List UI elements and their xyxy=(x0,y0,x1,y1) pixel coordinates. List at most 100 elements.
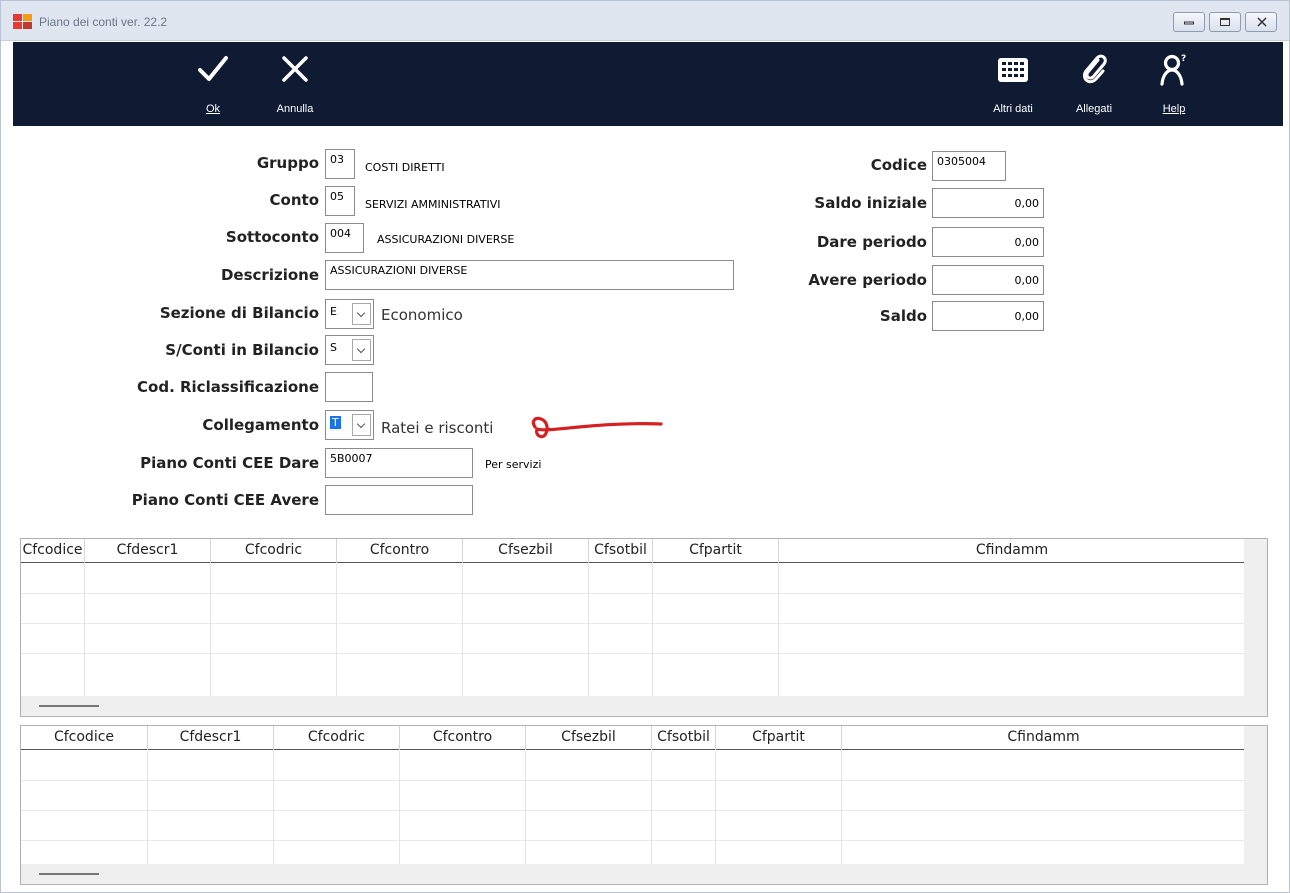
table-row[interactable] xyxy=(21,781,1245,811)
descrizione-input[interactable]: ASSICURAZIONI DIVERSE xyxy=(325,260,734,290)
minimize-icon xyxy=(1184,21,1194,25)
table-row[interactable] xyxy=(21,564,1245,594)
grid-divider xyxy=(399,751,400,865)
grid-bottom-col-cfindamm[interactable]: Cfindamm xyxy=(842,726,1245,750)
saldo-input[interactable]: 0,00 xyxy=(932,301,1044,331)
help-button[interactable]: ? Help xyxy=(1151,42,1197,126)
svg-text:?: ? xyxy=(1181,54,1186,64)
grid-top-col-cfsotbil[interactable]: Cfsotbil xyxy=(589,539,653,563)
table-row[interactable] xyxy=(21,811,1245,841)
grid-top[interactable]: Cfcodice Cfdescr1 Cfcodric Cfcontro Cfse… xyxy=(20,538,1268,717)
cee-dare-label: Piano Conti CEE Dare xyxy=(140,454,319,472)
annulla-button[interactable]: Annulla xyxy=(267,42,323,126)
sottoconto-label: Sottoconto xyxy=(225,228,319,246)
grid-top-col-cfdescr1[interactable]: Cfdescr1 xyxy=(85,539,211,563)
close-window-button[interactable] xyxy=(1245,12,1277,32)
chevron-down-icon[interactable] xyxy=(352,339,371,361)
avere-periodo-input[interactable]: 0,00 xyxy=(932,265,1044,295)
close-icon xyxy=(1257,17,1267,27)
grid-divider xyxy=(147,751,148,865)
red-arrow-annotation xyxy=(531,416,663,439)
allegati-button[interactable]: Allegati xyxy=(1067,42,1121,126)
sezione-description: Economico xyxy=(381,306,463,324)
grid-bottom-col-cfcodric[interactable]: Cfcodric xyxy=(274,726,400,750)
grid-top-col-cfpartit[interactable]: Cfpartit xyxy=(653,539,779,563)
grid-top-col-cfcodice[interactable]: Cfcodice xyxy=(21,539,85,563)
cee-avere-label: Piano Conti CEE Avere xyxy=(131,491,319,509)
grid-divider xyxy=(778,564,779,697)
grid-top-vertical-scrollbar[interactable] xyxy=(1244,539,1267,716)
sconti-label: S/Conti in Bilancio xyxy=(165,341,319,359)
sezione-label: Sezione di Bilancio xyxy=(159,304,319,322)
sottoconto-description: ASSICURAZIONI DIVERSE xyxy=(377,233,515,246)
saldo-iniziale-input[interactable]: 0,00 xyxy=(932,188,1044,218)
minimize-button[interactable] xyxy=(1173,12,1205,32)
dare-periodo-input[interactable]: 0,00 xyxy=(932,227,1044,257)
ok-button[interactable]: Ok xyxy=(191,42,235,126)
grid-divider xyxy=(273,751,274,865)
scroll-thumb[interactable] xyxy=(39,873,99,875)
codice-label: Codice xyxy=(870,156,927,174)
grid-bottom-col-cfcodice[interactable]: Cfcodice xyxy=(21,726,148,750)
chevron-down-icon[interactable] xyxy=(352,414,371,436)
codice-input[interactable]: 0305004 xyxy=(932,151,1006,181)
grid-divider xyxy=(336,564,337,697)
conto-description: SERVIZI AMMINISTRATIVI xyxy=(365,198,501,211)
grid-divider xyxy=(525,751,526,865)
grid-bottom[interactable]: Cfcodice Cfdescr1 Cfcodric Cfcontro Cfse… xyxy=(20,725,1268,885)
scroll-thumb[interactable] xyxy=(39,705,99,707)
grid-divider xyxy=(652,564,653,697)
allegati-label: Allegati xyxy=(1075,103,1113,115)
grid-bottom-col-cfcontro[interactable]: Cfcontro xyxy=(400,726,526,750)
annulla-label: Annulla xyxy=(276,103,314,115)
table-row[interactable] xyxy=(21,654,1245,684)
grid-divider xyxy=(84,564,85,697)
table-row[interactable] xyxy=(21,624,1245,654)
grid-bottom-horizontal-scrollbar[interactable] xyxy=(21,864,1245,884)
grid-divider xyxy=(841,751,842,865)
avere-periodo-label: Avere periodo xyxy=(808,271,927,289)
grid-divider xyxy=(715,751,716,865)
altri-dati-label: Altri dati xyxy=(993,103,1033,115)
table-row[interactable] xyxy=(21,841,1245,865)
close-icon xyxy=(282,56,308,82)
grid-top-horizontal-scrollbar[interactable] xyxy=(21,696,1245,716)
sottoconto-input[interactable]: 004 xyxy=(325,223,364,253)
grid-top-col-cfsezbil[interactable]: Cfsezbil xyxy=(463,539,589,563)
gruppo-label: Gruppo xyxy=(256,154,319,172)
grid-bottom-col-cfdescr1[interactable]: Cfdescr1 xyxy=(148,726,274,750)
grid-bottom-header: Cfcodice Cfdescr1 Cfcodric Cfcontro Cfse… xyxy=(21,726,1245,750)
grid-top-col-cfcontro[interactable]: Cfcontro xyxy=(337,539,463,563)
table-row[interactable] xyxy=(21,594,1245,624)
grid-divider xyxy=(462,564,463,697)
cee-avere-input[interactable] xyxy=(325,485,473,515)
grid-bottom-col-cfsotbil[interactable]: Cfsotbil xyxy=(652,726,716,750)
grid-bottom-col-cfpartit[interactable]: Cfpartit xyxy=(716,726,842,750)
grid-top-header: Cfcodice Cfdescr1 Cfcodric Cfcontro Cfse… xyxy=(21,539,1245,563)
maximize-icon xyxy=(1220,18,1230,26)
table-row[interactable] xyxy=(21,751,1245,781)
saldo-iniziale-label: Saldo iniziale xyxy=(814,194,927,212)
grid-top-col-cfindamm[interactable]: Cfindamm xyxy=(779,539,1245,563)
conto-input[interactable]: 05 xyxy=(325,186,355,216)
app-logo-icon xyxy=(13,14,33,30)
codric-input[interactable] xyxy=(325,372,373,402)
window-title: Piano dei conti ver. 22.2 xyxy=(39,15,168,29)
cee-dare-input[interactable]: 5B0007 xyxy=(325,448,473,478)
chevron-down-icon[interactable] xyxy=(352,303,371,325)
keyboard-icon xyxy=(998,58,1028,82)
grid-divider xyxy=(651,751,652,865)
ok-label: Ok xyxy=(205,103,221,115)
altri-dati-button[interactable]: Altri dati xyxy=(983,42,1043,126)
app-window: Piano dei conti ver. 22.2 Ok Annulla Alt… xyxy=(0,0,1290,893)
grid-bottom-col-cfsezbil[interactable]: Cfsezbil xyxy=(526,726,652,750)
help-person-icon: ? xyxy=(1160,54,1186,86)
gruppo-input[interactable]: 03 xyxy=(325,149,355,179)
title-bar: Piano dei conti ver. 22.2 xyxy=(1,1,1289,41)
codric-label: Cod. Riclassificazione xyxy=(137,378,319,396)
grid-divider xyxy=(588,564,589,697)
window-controls xyxy=(1173,12,1277,32)
grid-bottom-vertical-scrollbar[interactable] xyxy=(1244,726,1267,884)
maximize-button[interactable] xyxy=(1209,12,1241,32)
grid-top-col-cfcodric[interactable]: Cfcodric xyxy=(211,539,337,563)
